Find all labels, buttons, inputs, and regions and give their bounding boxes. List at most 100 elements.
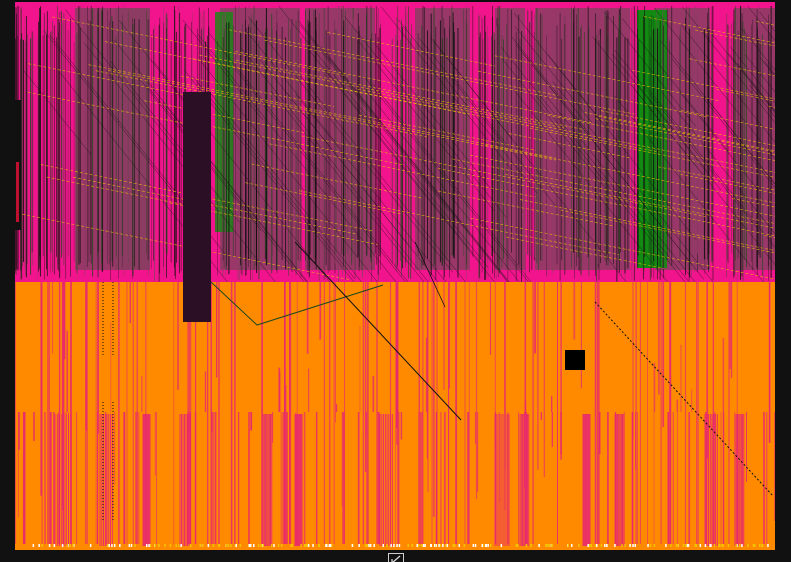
bottom-speckle [442, 544, 444, 547]
bottom-speckle [665, 544, 667, 547]
bottom-speckle [358, 544, 360, 547]
bottom-speckle [149, 544, 152, 547]
bottom-speckle [445, 544, 447, 547]
bottom-speckle [600, 544, 603, 547]
macro-block [183, 92, 211, 322]
bottom-speckle [767, 544, 769, 547]
bottom-speckle [326, 544, 328, 547]
bottom-speckle [604, 544, 606, 547]
bottom-speckle [594, 544, 597, 547]
bottom-speckle [53, 544, 56, 547]
bottom-speckle [178, 544, 180, 547]
bottom-speckle [368, 544, 370, 547]
bottom-speckle [38, 544, 40, 547]
bottom-speckle [257, 544, 260, 547]
resize-corner-glyph [391, 555, 401, 562]
bottom-speckle [48, 544, 51, 547]
bottom-speckle [596, 544, 598, 547]
bottom-speckle [260, 544, 262, 547]
bottom-speckle [175, 544, 177, 547]
bottom-speckle [390, 544, 392, 547]
bottom-speckle [458, 544, 460, 547]
bottom-speckle [250, 544, 252, 547]
bottom-speckle [189, 544, 192, 547]
layout-canvas[interactable] [15, 2, 775, 550]
bottom-speckle [398, 544, 401, 547]
bottom-speckle [567, 544, 569, 547]
bottom-speckle [218, 544, 221, 547]
bottom-speckle [225, 544, 228, 547]
bottom-speckle [452, 544, 455, 547]
bottom-speckle [606, 544, 608, 547]
bottom-speckle [759, 544, 761, 547]
bottom-speckle [364, 544, 367, 547]
bottom-speckle [69, 544, 71, 547]
bottom-speckle [393, 544, 395, 547]
bottom-speckle [157, 544, 160, 547]
bottom-speckle [108, 544, 110, 547]
bottom-speckle [545, 544, 547, 547]
bottom-speckle [239, 544, 242, 547]
bottom-speckle [434, 544, 436, 547]
bottom-speckle [484, 544, 487, 547]
bottom-speckle [761, 544, 764, 547]
bottom-speckle [571, 544, 573, 547]
bottom-speckle [453, 544, 456, 547]
bottom-speckle [202, 544, 204, 547]
bottom-speckle [230, 544, 232, 547]
bottom-speckle [727, 544, 730, 547]
bottom-speckle [134, 544, 136, 547]
bottom-speckle [373, 544, 375, 547]
bottom-speckle [632, 544, 634, 547]
bottom-speckle [487, 544, 489, 547]
bottom-speckle [735, 544, 738, 547]
bottom-speckle [741, 544, 743, 547]
bottom-speckle [752, 544, 755, 547]
bottom-speckle [546, 544, 549, 547]
layout-viewer-window [0, 0, 791, 562]
bottom-speckle [180, 544, 182, 547]
bottom-speckle [72, 544, 74, 547]
bottom-speckle [351, 544, 354, 547]
bottom-speckle [589, 544, 591, 547]
right-gutter [775, 0, 791, 562]
bottom-speckle [422, 544, 425, 547]
left-gutter [0, 0, 15, 562]
bottom-speckle [111, 544, 113, 547]
bottom-speckle [248, 544, 251, 547]
bottom-speckle [684, 544, 687, 547]
bottom-speckle [634, 544, 636, 547]
bottom-speckle [148, 544, 150, 547]
bottom-speckle [199, 544, 201, 547]
bottom-speckle [130, 544, 133, 547]
bottom-speckle [328, 544, 331, 547]
bottom-speckle [290, 544, 292, 547]
bottom-speckle [382, 544, 384, 547]
bottom-speckle [119, 544, 121, 547]
bottom-speckle [538, 544, 540, 547]
lower-cell-region [15, 282, 775, 550]
bottom-speckle [430, 544, 432, 547]
bottom-speckle [318, 544, 320, 547]
bottom-speckle [61, 544, 64, 547]
bottom-speckle [280, 544, 283, 547]
bottom-speckle [578, 544, 580, 547]
bottom-speckle [416, 544, 418, 547]
bottom-speckle [66, 544, 68, 547]
bottom-speckle [107, 544, 109, 547]
resize-corner-icon[interactable] [388, 553, 404, 562]
bottom-speckle [624, 544, 626, 547]
bottom-speckle [500, 544, 503, 547]
bottom-speckle [548, 544, 550, 547]
bottom-speckle [463, 544, 466, 547]
bottom-speckle [41, 544, 43, 547]
bottom-speckle [670, 544, 672, 547]
bottom-speckle [699, 544, 702, 547]
bottom-speckle [739, 544, 741, 547]
bottom-speckle [551, 544, 553, 547]
bottom-speckle [621, 544, 623, 547]
layout-drawing[interactable] [15, 2, 775, 550]
bottom-speckle [718, 544, 720, 547]
bottom-speckle [629, 544, 631, 547]
bottom-speckle [305, 544, 308, 547]
